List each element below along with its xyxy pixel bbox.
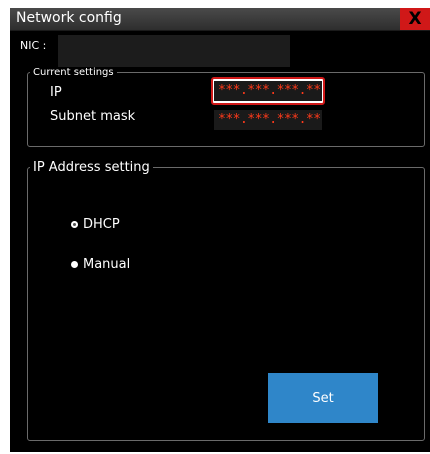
- nic-label: NIC :: [20, 39, 47, 52]
- dhcp-label: DHCP: [83, 217, 120, 232]
- dhcp-radio-icon: [71, 221, 78, 228]
- close-icon: X: [408, 9, 422, 29]
- manual-radio-icon: [71, 261, 78, 268]
- window-title: Network config: [16, 10, 122, 26]
- ip-label: IP: [50, 85, 62, 100]
- subnet-mask-value: ***.***.***.**: [214, 110, 322, 130]
- manual-radio[interactable]: Manual: [71, 257, 130, 272]
- network-config-window: Network config X NIC : Current settings …: [10, 8, 430, 452]
- nic-value: [58, 35, 290, 67]
- subnet-mask-label: Subnet mask: [50, 109, 136, 124]
- ip-value: ***.***.***.**: [214, 81, 322, 101]
- title-bar: Network config X: [10, 8, 430, 31]
- set-button-label: Set: [312, 390, 334, 406]
- ip-address-setting-legend: IP Address setting: [33, 160, 150, 175]
- manual-label: Manual: [83, 257, 131, 272]
- current-settings-legend: Current settings: [33, 67, 114, 78]
- close-button[interactable]: X: [400, 8, 430, 30]
- dhcp-radio[interactable]: DHCP: [71, 217, 120, 232]
- set-button[interactable]: Set: [268, 373, 378, 423]
